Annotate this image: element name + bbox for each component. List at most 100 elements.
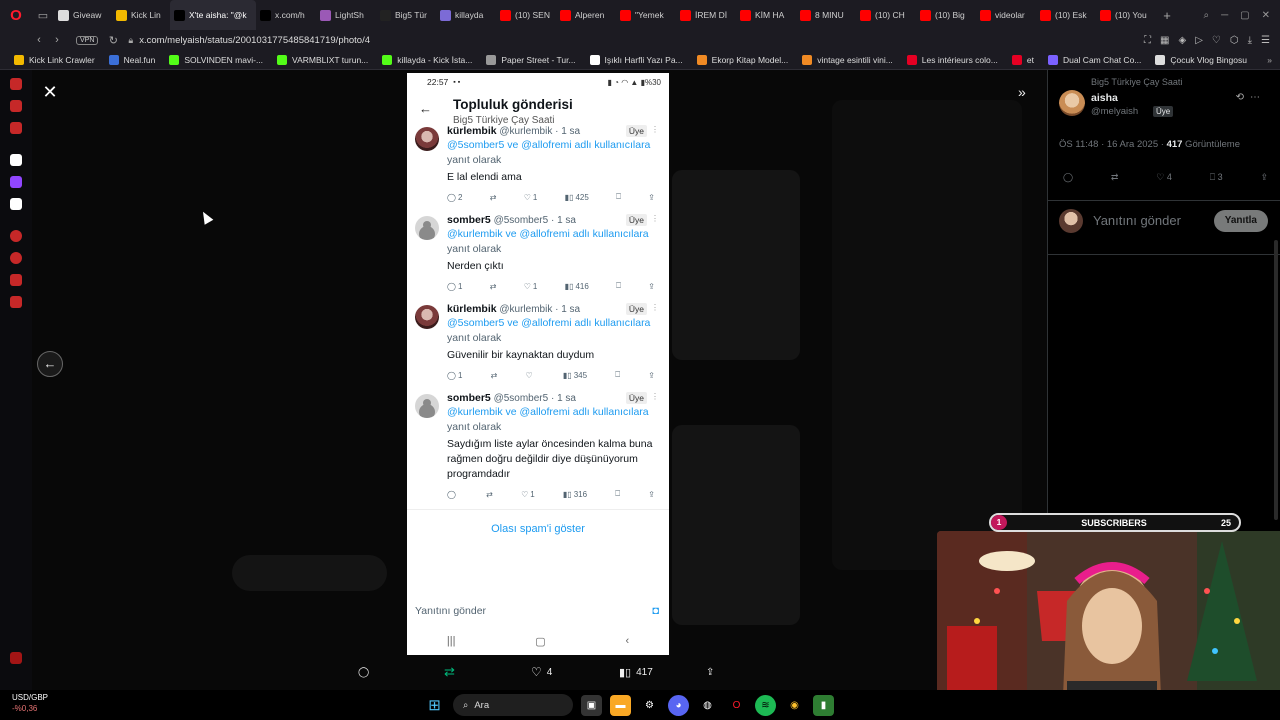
vpn-badge[interactable]: VPN xyxy=(76,35,99,45)
workspaces-icon[interactable]: ▭ xyxy=(32,9,54,22)
bookmark-favicon-icon xyxy=(1047,54,1058,65)
share-icon[interactable]: ⇪ xyxy=(1260,172,1268,183)
media-share-icon[interactable]: ⇪ xyxy=(706,663,714,681)
reply-input[interactable]: Yanıtını gönder xyxy=(1093,213,1181,228)
sidebar-messenger-icon[interactable] xyxy=(10,100,22,112)
bookmark-item[interactable]: et xyxy=(1011,54,1034,65)
shield-icon[interactable]: ◈ xyxy=(1179,35,1187,46)
media-views-button[interactable]: ▮▯ 417 xyxy=(619,663,653,681)
sidebar-settings-icon[interactable] xyxy=(10,296,22,308)
repost-icon[interactable]: ⇄ xyxy=(1111,172,1119,183)
stock-widget[interactable]: USD/GBP -%0,36 xyxy=(12,692,48,714)
browser-tab[interactable]: Kick Lin xyxy=(112,0,170,30)
browser-tab[interactable]: killayda xyxy=(436,0,496,30)
browser-tab[interactable]: x.com/h xyxy=(256,0,316,30)
spotify-icon[interactable]: ≋ xyxy=(755,694,776,716)
community-name[interactable]: Big5 Türkiye Çay Saati xyxy=(1091,77,1182,87)
browser-tab[interactable]: Big5 Tür xyxy=(376,0,436,30)
chrome-icon[interactable]: ◉ xyxy=(784,695,805,716)
sidebar-app-icon[interactable] xyxy=(10,78,22,90)
browser-tab[interactable]: Alperen xyxy=(556,0,616,30)
previous-media-button[interactable]: ← xyxy=(37,351,63,377)
browser-tab[interactable]: (10) Esk xyxy=(1036,0,1096,30)
opera-logo-icon[interactable]: O xyxy=(0,0,32,30)
scrollbar[interactable] xyxy=(1274,240,1278,520)
browser-tab[interactable]: İREM Dİ xyxy=(676,0,736,30)
more-icon: ⋮ xyxy=(651,303,659,312)
bookmark-item[interactable]: Çocuk Vlog Bingosu xyxy=(1155,54,1247,65)
file-explorer-icon[interactable]: ▬ xyxy=(610,694,631,716)
sidebar-gx-icon[interactable] xyxy=(10,652,22,664)
bookmark-item[interactable]: vintage esintili vini... xyxy=(802,54,893,65)
media-repost-icon[interactable]: ⇄ xyxy=(444,663,455,681)
sidebar-flow-icon[interactable] xyxy=(10,274,22,286)
minimize-button[interactable]: ─ xyxy=(1221,10,1228,21)
close-window-button[interactable]: ✕ xyxy=(1262,10,1270,21)
bookmark-item[interactable]: killayda - Kick İsta... xyxy=(382,54,472,65)
bookmark-item[interactable]: VARMBLIXT turun... xyxy=(277,54,368,65)
browser-tab[interactable]: (10) CH xyxy=(856,0,916,30)
browser-tab[interactable]: X'te aisha: "@k xyxy=(170,0,256,30)
opera-gx-icon[interactable]: O xyxy=(726,695,747,716)
sidebar-clock-icon[interactable] xyxy=(10,252,22,264)
views-icon: ▮▯ 316 xyxy=(562,489,588,499)
lock-icon[interactable]: 🔒︎ xyxy=(128,35,133,46)
bookmark-item[interactable]: Paper Street - Tur... xyxy=(486,54,576,65)
avatar[interactable] xyxy=(1059,90,1085,116)
browser-tab[interactable]: (10) You xyxy=(1096,0,1156,30)
steam-icon[interactable]: ◍ xyxy=(697,695,718,716)
reply-button[interactable]: Yanıtla xyxy=(1213,210,1268,232)
search-tabs-icon[interactable]: ⌕ xyxy=(1203,10,1209,21)
sidebar-history-icon[interactable] xyxy=(10,230,22,242)
heart-icon[interactable]: ♡ xyxy=(1212,35,1221,46)
browser-tab[interactable]: (10) SEN xyxy=(496,0,556,30)
puzzle-icon[interactable]: ⬡ xyxy=(1230,35,1239,46)
settings-icon[interactable]: ⚙ xyxy=(639,695,660,716)
media-like-button[interactable]: ♡ 4 xyxy=(531,663,552,681)
bookmark-item[interactable]: SOLVINDEN mavi-... xyxy=(169,54,263,65)
like-button[interactable]: ♡ 4 xyxy=(1156,172,1172,183)
bookmark-item[interactable]: Les intérieurs colo... xyxy=(906,54,998,65)
bookmarks-more-icon[interactable]: » xyxy=(1267,55,1280,65)
task-view-icon[interactable]: ▣ xyxy=(581,694,602,716)
menu-icon[interactable]: ☰ xyxy=(1261,35,1270,46)
author-name[interactable]: aisha xyxy=(1091,92,1118,104)
url-input[interactable]: x.com/melyaish/status/200103177548584171… xyxy=(139,35,370,46)
sidebar-instagram-icon[interactable] xyxy=(10,122,22,134)
extension-icon[interactable]: ▦ xyxy=(1160,35,1169,46)
browser-tab[interactable]: 8 MINU xyxy=(796,0,856,30)
bookmark-item[interactable]: Ekorp Kitap Model... xyxy=(696,54,788,65)
back-nav-icon[interactable]: ‹ xyxy=(30,34,48,46)
bookmark-button[interactable]: ⎕ 3 xyxy=(1210,172,1223,183)
browser-tab[interactable]: (10) Big xyxy=(916,0,976,30)
author-handle[interactable]: @melyaish xyxy=(1091,106,1138,117)
sidebar-kick-icon[interactable] xyxy=(10,154,22,166)
bookmark-item[interactable]: Kick Link Crawler xyxy=(14,54,95,65)
post-options[interactable]: ⟲⋯ xyxy=(1236,92,1266,103)
windows-start-icon[interactable]: ⊞ xyxy=(424,695,445,716)
new-tab-button[interactable]: + xyxy=(1156,8,1178,23)
discord-icon[interactable]: ◕ xyxy=(668,694,689,716)
browser-tab[interactable]: Giveaw xyxy=(54,0,112,30)
screenshot-icon[interactable]: ⛶ xyxy=(1144,35,1151,46)
reply-icon[interactable]: ◯ xyxy=(1063,172,1073,183)
sidebar-twitch-icon[interactable] xyxy=(10,176,22,188)
media-reply-icon[interactable]: ◯ xyxy=(358,663,369,681)
browser-tab[interactable]: "Yemek xyxy=(616,0,676,30)
sidebar-x-icon[interactable] xyxy=(10,198,22,210)
reload-icon[interactable]: ↻ xyxy=(104,34,122,47)
bookmark-item[interactable]: Neal.fun xyxy=(108,54,155,65)
browser-tab[interactable]: LightSh xyxy=(316,0,376,30)
forward-nav-icon[interactable]: › xyxy=(48,34,66,46)
expand-panel-icon[interactable]: » xyxy=(1018,84,1026,100)
maximize-button[interactable]: ▢ xyxy=(1240,10,1249,21)
obs-icon[interactable]: ▮ xyxy=(813,694,834,716)
play-icon[interactable]: ▷ xyxy=(1195,35,1203,46)
bookmark-item[interactable]: Işıklı Harfli Yazı Pa... xyxy=(589,54,683,65)
browser-tab[interactable]: videolar xyxy=(976,0,1036,30)
browser-tab[interactable]: KİM HA xyxy=(736,0,796,30)
close-media-icon[interactable]: ✕ xyxy=(40,82,60,102)
download-icon[interactable]: ⤓ xyxy=(1248,35,1252,46)
bookmark-item[interactable]: Dual Cam Chat Co... xyxy=(1047,54,1141,65)
taskbar-search[interactable]: ⌕ Ara xyxy=(453,694,573,716)
